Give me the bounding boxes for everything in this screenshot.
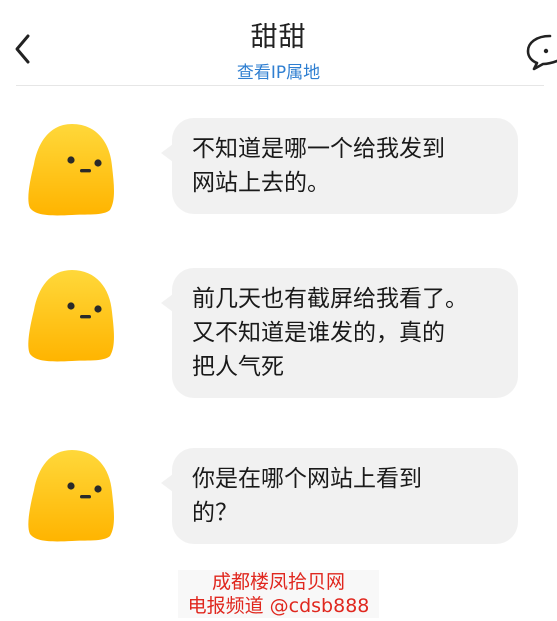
message-bubble[interactable]: 不知道是哪一个给我发到 网站上去的。 (172, 118, 518, 214)
message-bubble[interactable]: 前几天也有截屏给我看了。 又不知道是谁发的，真的 把人气死 (172, 268, 518, 398)
yellow-blob-avatar-icon (28, 450, 114, 542)
avatar[interactable] (24, 266, 120, 362)
message-text: 不知道是哪一个给我发到 网站上去的。 (192, 136, 445, 196)
yellow-blob-avatar-icon (28, 124, 114, 216)
avatar[interactable] (24, 120, 120, 216)
chat-screen: 甜甜 查看IP属地 不知道是哪一个给我发到 网站上去的。 前几天也有截屏给我看了… (0, 0, 557, 621)
watermark-line-1: 成都楼凤拾贝网 (211, 571, 345, 593)
watermark: 成都楼凤拾贝网 电报频道 @cdsb888 (0, 570, 557, 618)
watermark-line-2: 电报频道 @cdsb888 (187, 595, 370, 617)
header-divider (16, 85, 544, 86)
more-button[interactable] (520, 28, 557, 72)
chat-header: 甜甜 查看IP属地 (0, 0, 557, 86)
message-bubble[interactable]: 你是在哪个网站上看到 的？ (172, 448, 518, 544)
yellow-blob-avatar-icon (28, 270, 114, 362)
message-text: 你是在哪个网站上看到 的？ (192, 466, 422, 526)
avatar[interactable] (24, 446, 120, 542)
chat-bubble-icon (526, 34, 557, 71)
chat-title: 甜甜 (250, 22, 307, 53)
ip-location-link[interactable]: 查看IP属地 (0, 58, 557, 83)
message-text: 前几天也有截屏给我看了。 又不知道是谁发的，真的 把人气死 (192, 286, 468, 380)
